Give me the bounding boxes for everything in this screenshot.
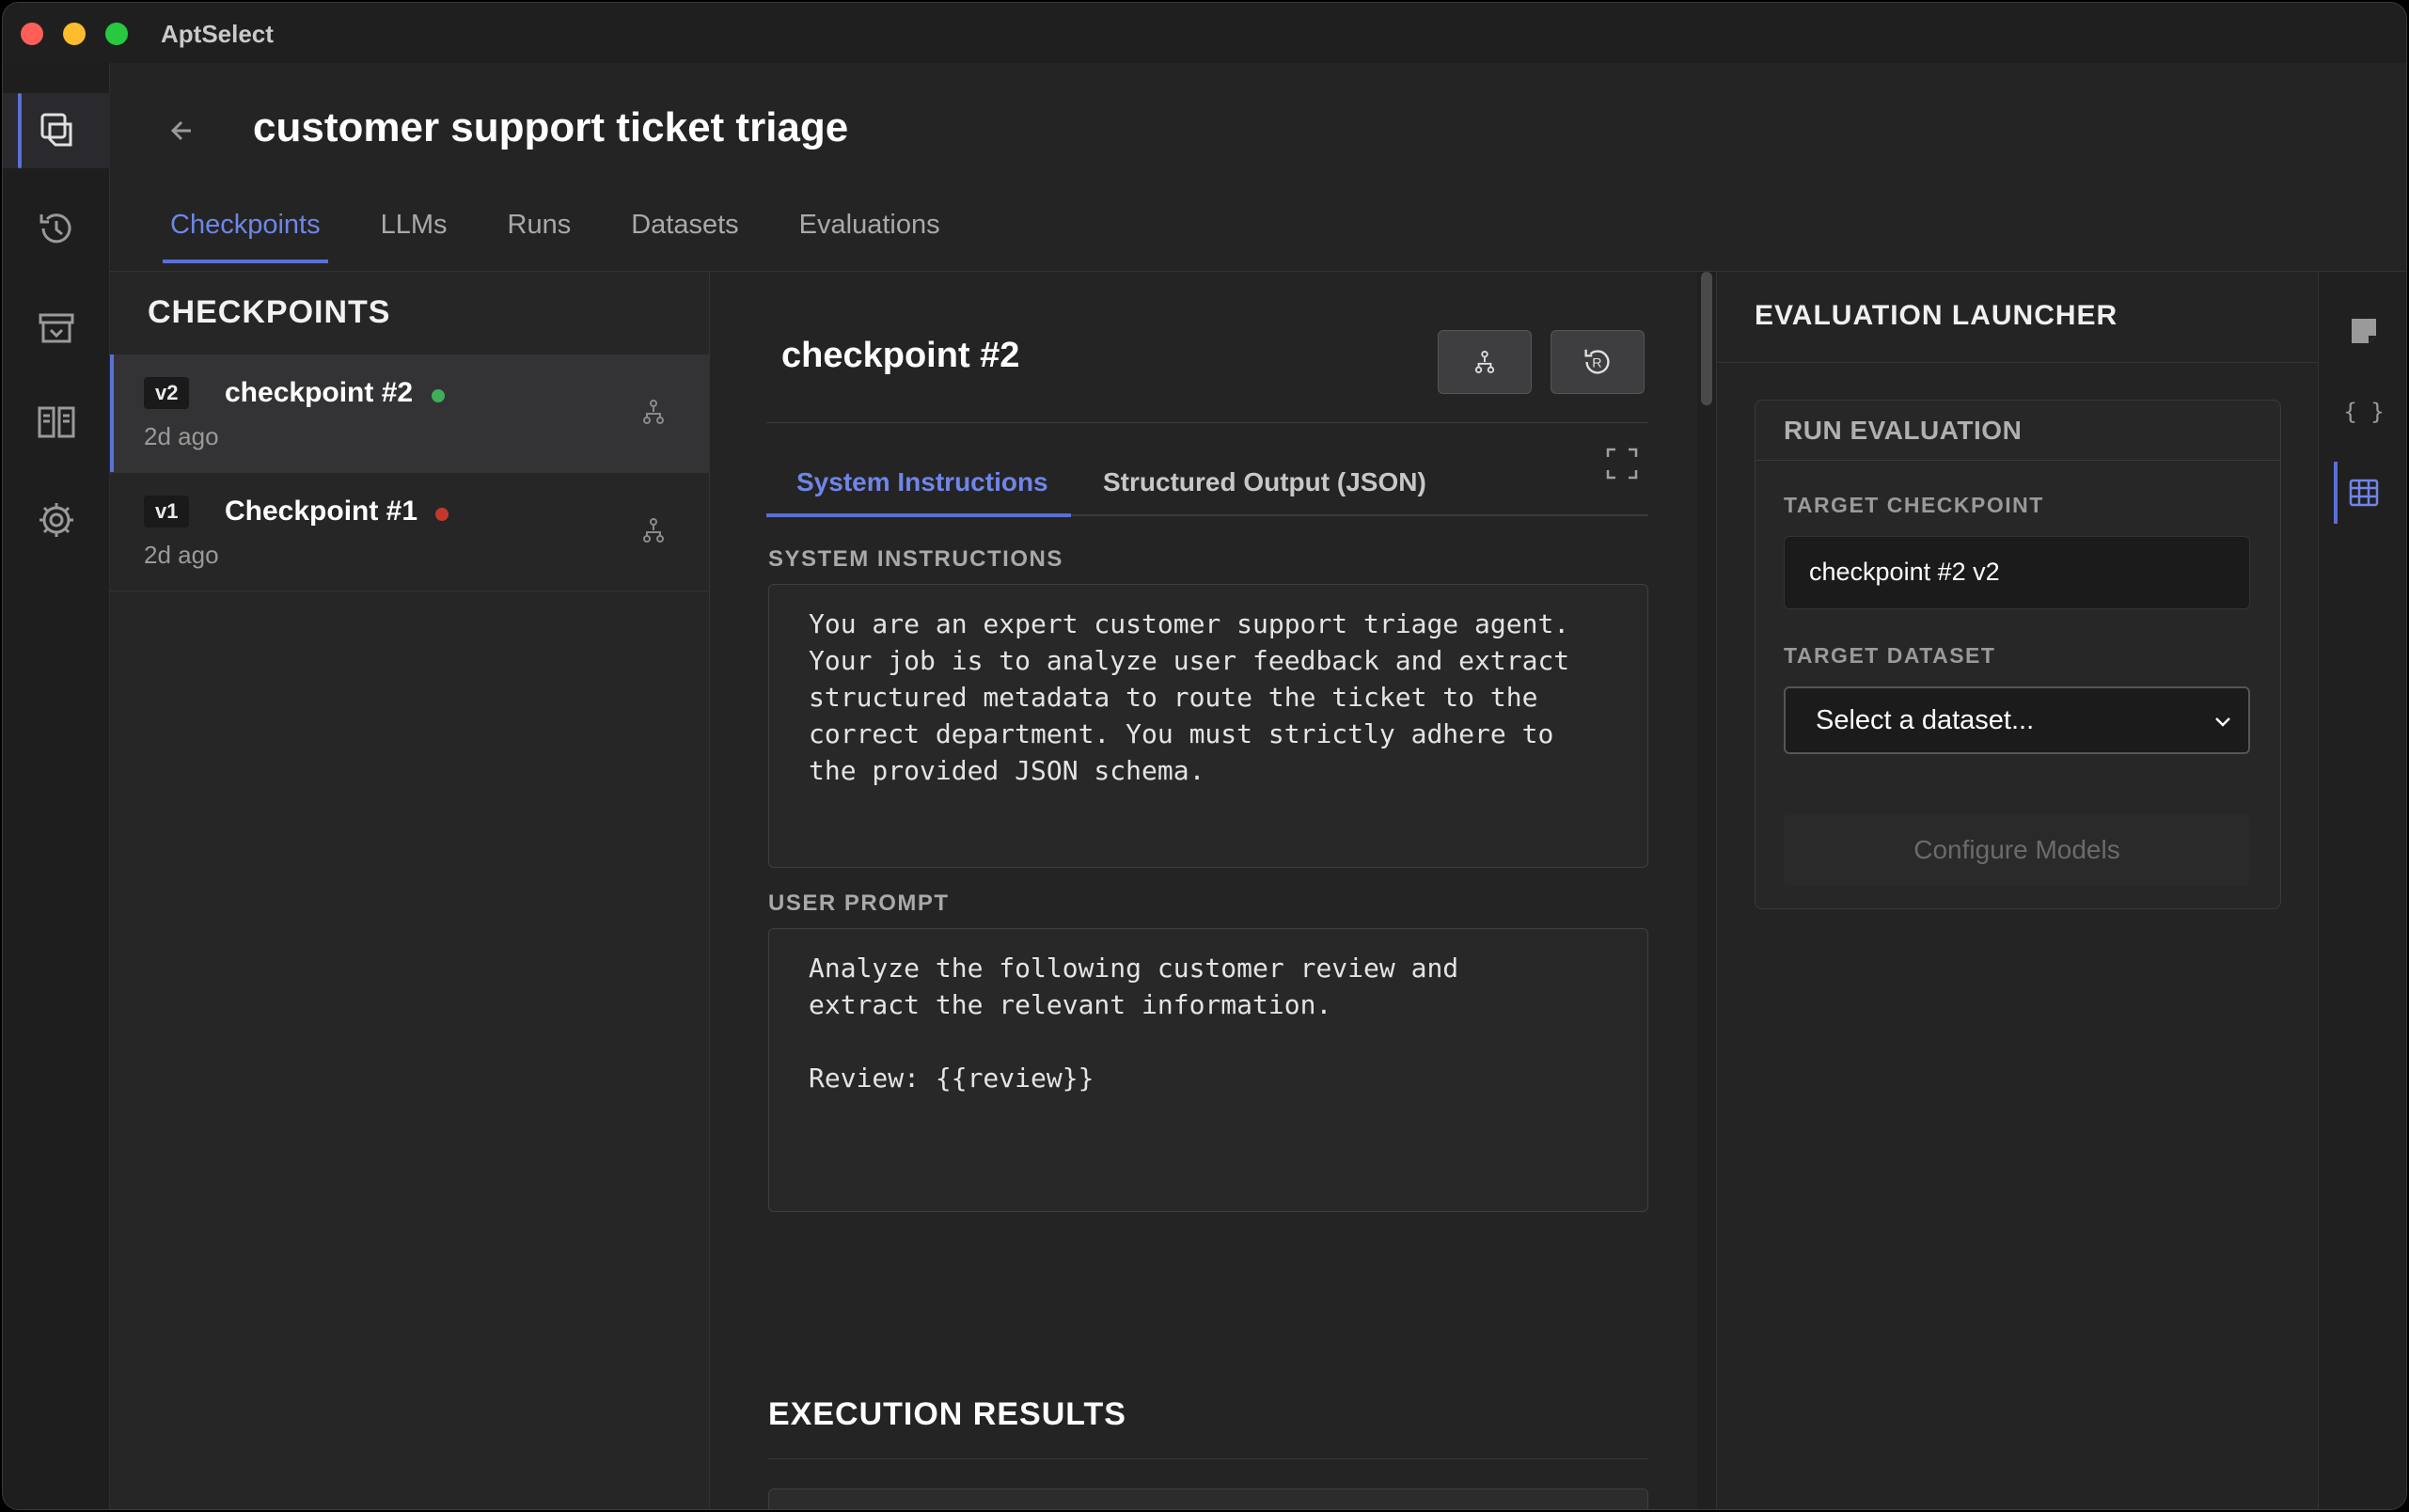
editor-scrollbar[interactable] (1697, 272, 1716, 1509)
checkpoint-title: checkpoint #2 (781, 336, 1020, 375)
target-checkpoint-label: TARGET CHECKPOINT (1784, 493, 2044, 517)
evaluation-launcher: EVALUATION LAUNCHER RUN EVALUATION TARGE… (1716, 272, 2318, 1509)
checkpoints-panel: CHECKPOINTS v2 checkpoint #2 2d ago v1 C… (110, 272, 710, 1509)
rrail-notes[interactable] (2319, 300, 2406, 362)
tab-runs[interactable]: Runs (500, 210, 579, 263)
status-dot (432, 389, 445, 402)
scrollbar-thumb[interactable] (1701, 272, 1712, 405)
nav-archive[interactable] (3, 291, 110, 366)
minimize-window-button[interactable] (63, 23, 86, 45)
active-tab-indicator (766, 513, 1071, 517)
checkpoint-name: Checkpoint #1 (225, 496, 418, 527)
gear-icon (39, 503, 73, 537)
execution-results-heading: EXECUTION RESULTS (768, 1396, 1126, 1432)
compare-columns-icon (38, 406, 75, 438)
version-badge: v2 (144, 377, 190, 409)
checkpoint-time: 2d ago (144, 422, 219, 450)
branch-icon[interactable] (641, 398, 666, 426)
dataset-select-value: Select a dataset... (1816, 705, 2035, 735)
checkpoints-copy-icon (40, 113, 72, 147)
status-dot (435, 508, 449, 521)
user-prompt-label: USER PROMPT (768, 890, 950, 916)
editor-sub-tabs: System Instructions Structured Output (J… (766, 448, 1648, 517)
restore-history-icon: R (1584, 349, 1610, 374)
checkpoints-heading: CHECKPOINTS (148, 294, 391, 330)
left-nav-rail (3, 63, 110, 1509)
chevron-down-icon (2215, 717, 2230, 727)
tab-evaluations[interactable]: Evaluations (792, 210, 948, 263)
target-dataset-label: TARGET DATASET (1784, 643, 1996, 668)
tab-system-instructions[interactable]: System Instructions (796, 467, 1048, 497)
svg-text:R: R (1592, 356, 1601, 371)
page-title: customer support ticket triage (253, 104, 849, 150)
note-icon (2352, 319, 2376, 343)
expand-icon[interactable] (1605, 447, 1639, 480)
tab-llms[interactable]: LLMs (373, 210, 455, 263)
main-tabs: Checkpoints LLMs Runs Datasets Evaluatio… (163, 210, 993, 263)
target-checkpoint-field[interactable]: checkpoint #2 v2 (1784, 536, 2250, 609)
system-instructions-label: SYSTEM INSTRUCTIONS (768, 546, 1063, 572)
launcher-title: EVALUATION LAUNCHER (1755, 300, 2118, 331)
close-window-button[interactable] (21, 23, 43, 45)
divider (766, 422, 1648, 423)
back-arrow-icon[interactable] (163, 110, 204, 151)
branch-button[interactable] (1438, 330, 1532, 394)
nav-history[interactable] (3, 191, 110, 266)
system-instructions-editor[interactable]: You are an expert customer support triag… (768, 584, 1648, 868)
checkpoint-name: checkpoint #2 (225, 377, 414, 408)
maximize-window-button[interactable] (105, 23, 128, 45)
target-dataset-select[interactable]: Select a dataset... (1784, 686, 2250, 754)
rrail-json[interactable]: { } (2319, 381, 2406, 443)
tab-checkpoints[interactable]: Checkpoints (163, 210, 328, 263)
title-bar: AptSelect (3, 3, 2406, 63)
configure-models-button[interactable]: Configure Models (1784, 814, 2250, 886)
app-window: AptSelect customer support ticket triage… (2, 2, 2407, 1510)
right-tool-rail: { } (2318, 272, 2406, 1509)
history-icon (39, 213, 71, 244)
nav-settings[interactable] (3, 482, 110, 558)
table-icon (2349, 479, 2379, 507)
execution-results-box (768, 1488, 1648, 1509)
tab-structured-output[interactable]: Structured Output (JSON) (1103, 467, 1426, 497)
braces-icon: { } (2343, 399, 2385, 425)
checkpoint-editor: checkpoint #2 R System Instructions Stru… (710, 272, 1716, 1509)
branch-icon (1474, 351, 1495, 373)
checkpoint-item[interactable]: v2 checkpoint #2 2d ago (110, 354, 709, 473)
archive-box-icon (39, 313, 74, 343)
run-evaluation-card: RUN EVALUATION TARGET CHECKPOINT checkpo… (1755, 400, 2281, 909)
app-title: AptSelect (161, 20, 274, 48)
nav-compare[interactable] (3, 385, 110, 460)
version-badge: v1 (144, 496, 190, 528)
run-evaluation-heading: RUN EVALUATION (1756, 401, 2280, 461)
checkpoint-time: 2d ago (144, 541, 219, 569)
restore-button[interactable]: R (1551, 330, 1645, 394)
rrail-table[interactable] (2319, 462, 2406, 524)
user-prompt-editor[interactable]: Analyze the following customer review an… (768, 928, 1648, 1212)
divider (1717, 362, 2318, 363)
checkpoint-item[interactable]: v1 Checkpoint #1 2d ago (110, 473, 709, 591)
branch-icon[interactable] (641, 516, 666, 544)
divider (768, 1458, 1648, 1459)
tab-datasets[interactable]: Datasets (623, 210, 746, 263)
nav-checkpoints[interactable] (3, 93, 110, 168)
page-header: customer support ticket triage Checkpoin… (110, 63, 2406, 272)
